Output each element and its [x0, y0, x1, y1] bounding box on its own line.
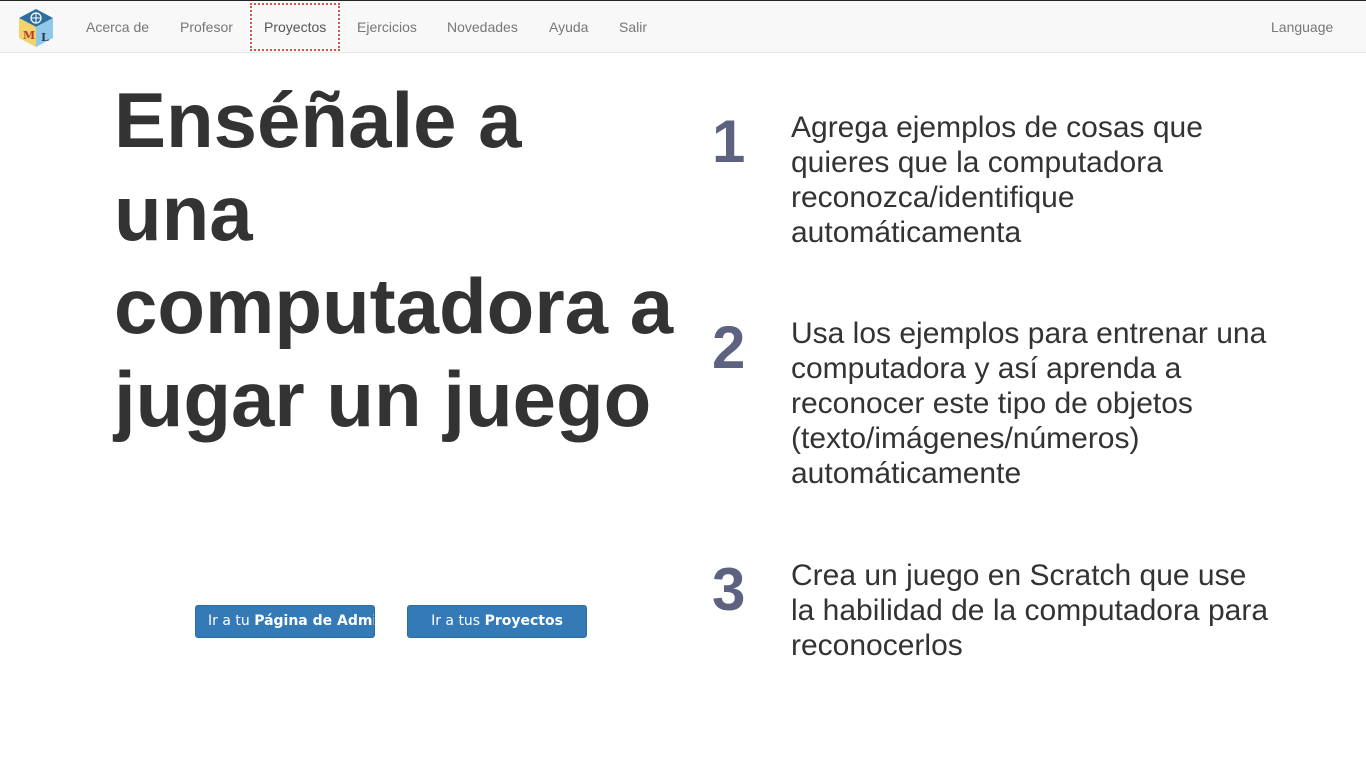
step-1-text: Agrega ejemplos de cosas que quieres que…	[791, 111, 1203, 249]
step-2-number: 2	[712, 314, 746, 381]
projects-button-bold: Proyectos	[484, 613, 563, 629]
go-to-projects-button[interactable]: Ir a tus Proyectos	[407, 605, 587, 638]
nav-ejercicios[interactable]: Ejercicios	[357, 1, 417, 53]
step-3-number: 3	[712, 556, 746, 623]
logo-letter-m: M	[23, 29, 35, 42]
nav-novedades[interactable]: Novedades	[447, 1, 518, 53]
nav-acerca-de[interactable]: Acerca de	[86, 1, 149, 53]
hero-title: Enséñale a una computadora a jugar un ju…	[114, 76, 674, 443]
admin-button-prefix: Ir a tu	[208, 613, 255, 629]
nav-ayuda[interactable]: Ayuda	[549, 1, 588, 53]
nav-language[interactable]: Language	[1271, 1, 1333, 53]
ml-cube-logo-icon[interactable]: M L	[17, 7, 55, 49]
logo-letter-l: L	[41, 31, 49, 44]
top-navbar: M L Acerca de Profesor Proyectos Ejercic…	[0, 0, 1366, 53]
nav-proyectos[interactable]: Proyectos	[250, 3, 341, 51]
nav-profesor[interactable]: Profesor	[180, 1, 233, 53]
go-to-admin-button[interactable]: Ir a tu Página de Administración	[195, 605, 375, 638]
step-1-number: 1	[712, 108, 746, 175]
projects-button-prefix: Ir a tus	[431, 613, 485, 629]
step-2-text: Usa los ejemplos para entrenar una compu…	[791, 317, 1267, 490]
admin-button-bold: Página de Administración	[254, 613, 374, 629]
step-3-text: Crea un juego en Scratch que use la habi…	[791, 559, 1268, 662]
nav-salir[interactable]: Salir	[619, 1, 647, 53]
